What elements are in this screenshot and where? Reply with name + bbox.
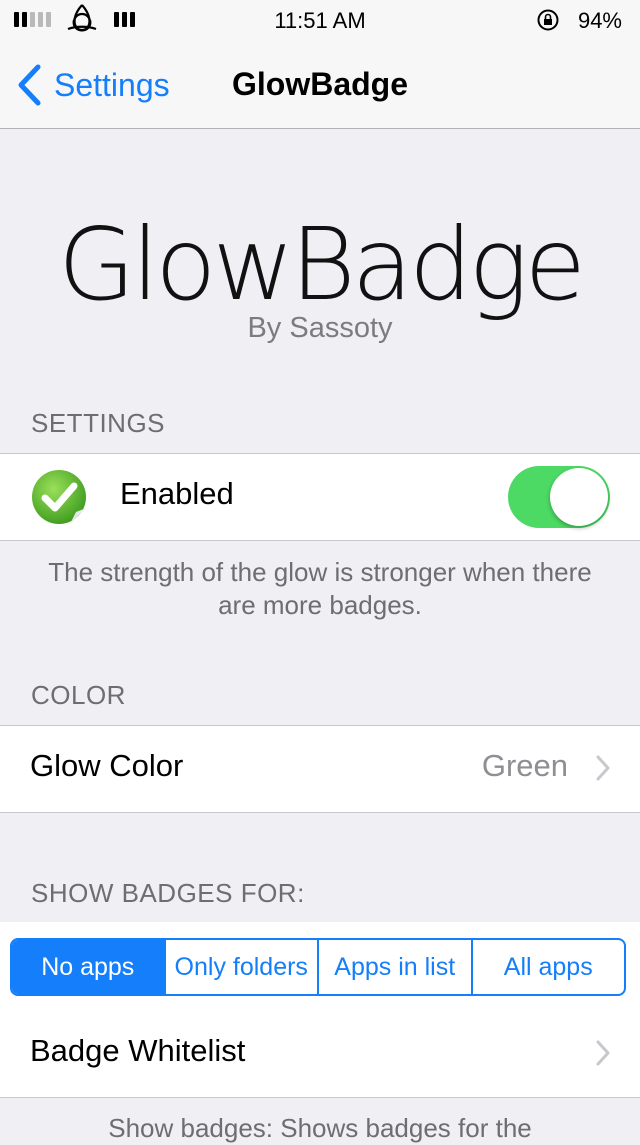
chevron-right-icon	[596, 1040, 610, 1066]
page-title: GlowBadge	[231, 66, 408, 102]
navigation-bar: Settings GlowBadge	[0, 40, 640, 129]
section-header-color: COLOR	[31, 680, 126, 710]
show-badges-footer-note: Show badges: Shows badges for the	[108, 1113, 532, 1143]
hero-title: GlowBadge	[57, 206, 586, 323]
battery-percentage: 94%	[577, 8, 622, 33]
badge-whitelist-row[interactable]: Badge Whitelist	[0, 1011, 640, 1098]
glow-color-value: Green	[481, 748, 568, 783]
enabled-toggle[interactable]	[508, 466, 610, 528]
checkmark-badge-icon	[32, 470, 86, 524]
enabled-row: Enabled	[0, 453, 640, 541]
segment-container: No apps Only folders Apps in list All ap…	[0, 922, 640, 1012]
glow-color-row[interactable]: Glow Color Green	[0, 725, 640, 813]
segment-no-apps[interactable]: No apps	[12, 940, 164, 994]
section-header-show-badges: SHOW BADGES FOR:	[31, 878, 305, 908]
segment-only-folders[interactable]: Only folders	[163, 940, 318, 994]
status-bar: 11:51 AM 94%	[0, 0, 640, 40]
enabled-label: Enabled	[120, 476, 234, 511]
segment-apps-in-list[interactable]: Apps in list	[317, 940, 471, 994]
enabled-footer-note: The strength of the glow is stronger whe…	[48, 557, 592, 620]
chevron-right-icon	[596, 755, 610, 781]
glow-color-label: Glow Color	[30, 748, 184, 783]
badge-whitelist-label: Badge Whitelist	[30, 1033, 246, 1068]
rotation-lock-icon	[537, 9, 559, 31]
hero-subtitle: By Sassoty	[247, 312, 393, 344]
segment-all-apps[interactable]: All apps	[470, 940, 625, 994]
show-badges-segmented-control: No apps Only folders Apps in list All ap…	[10, 938, 626, 996]
section-header-settings: SETTINGS	[31, 408, 166, 438]
toggle-knob	[550, 468, 608, 526]
